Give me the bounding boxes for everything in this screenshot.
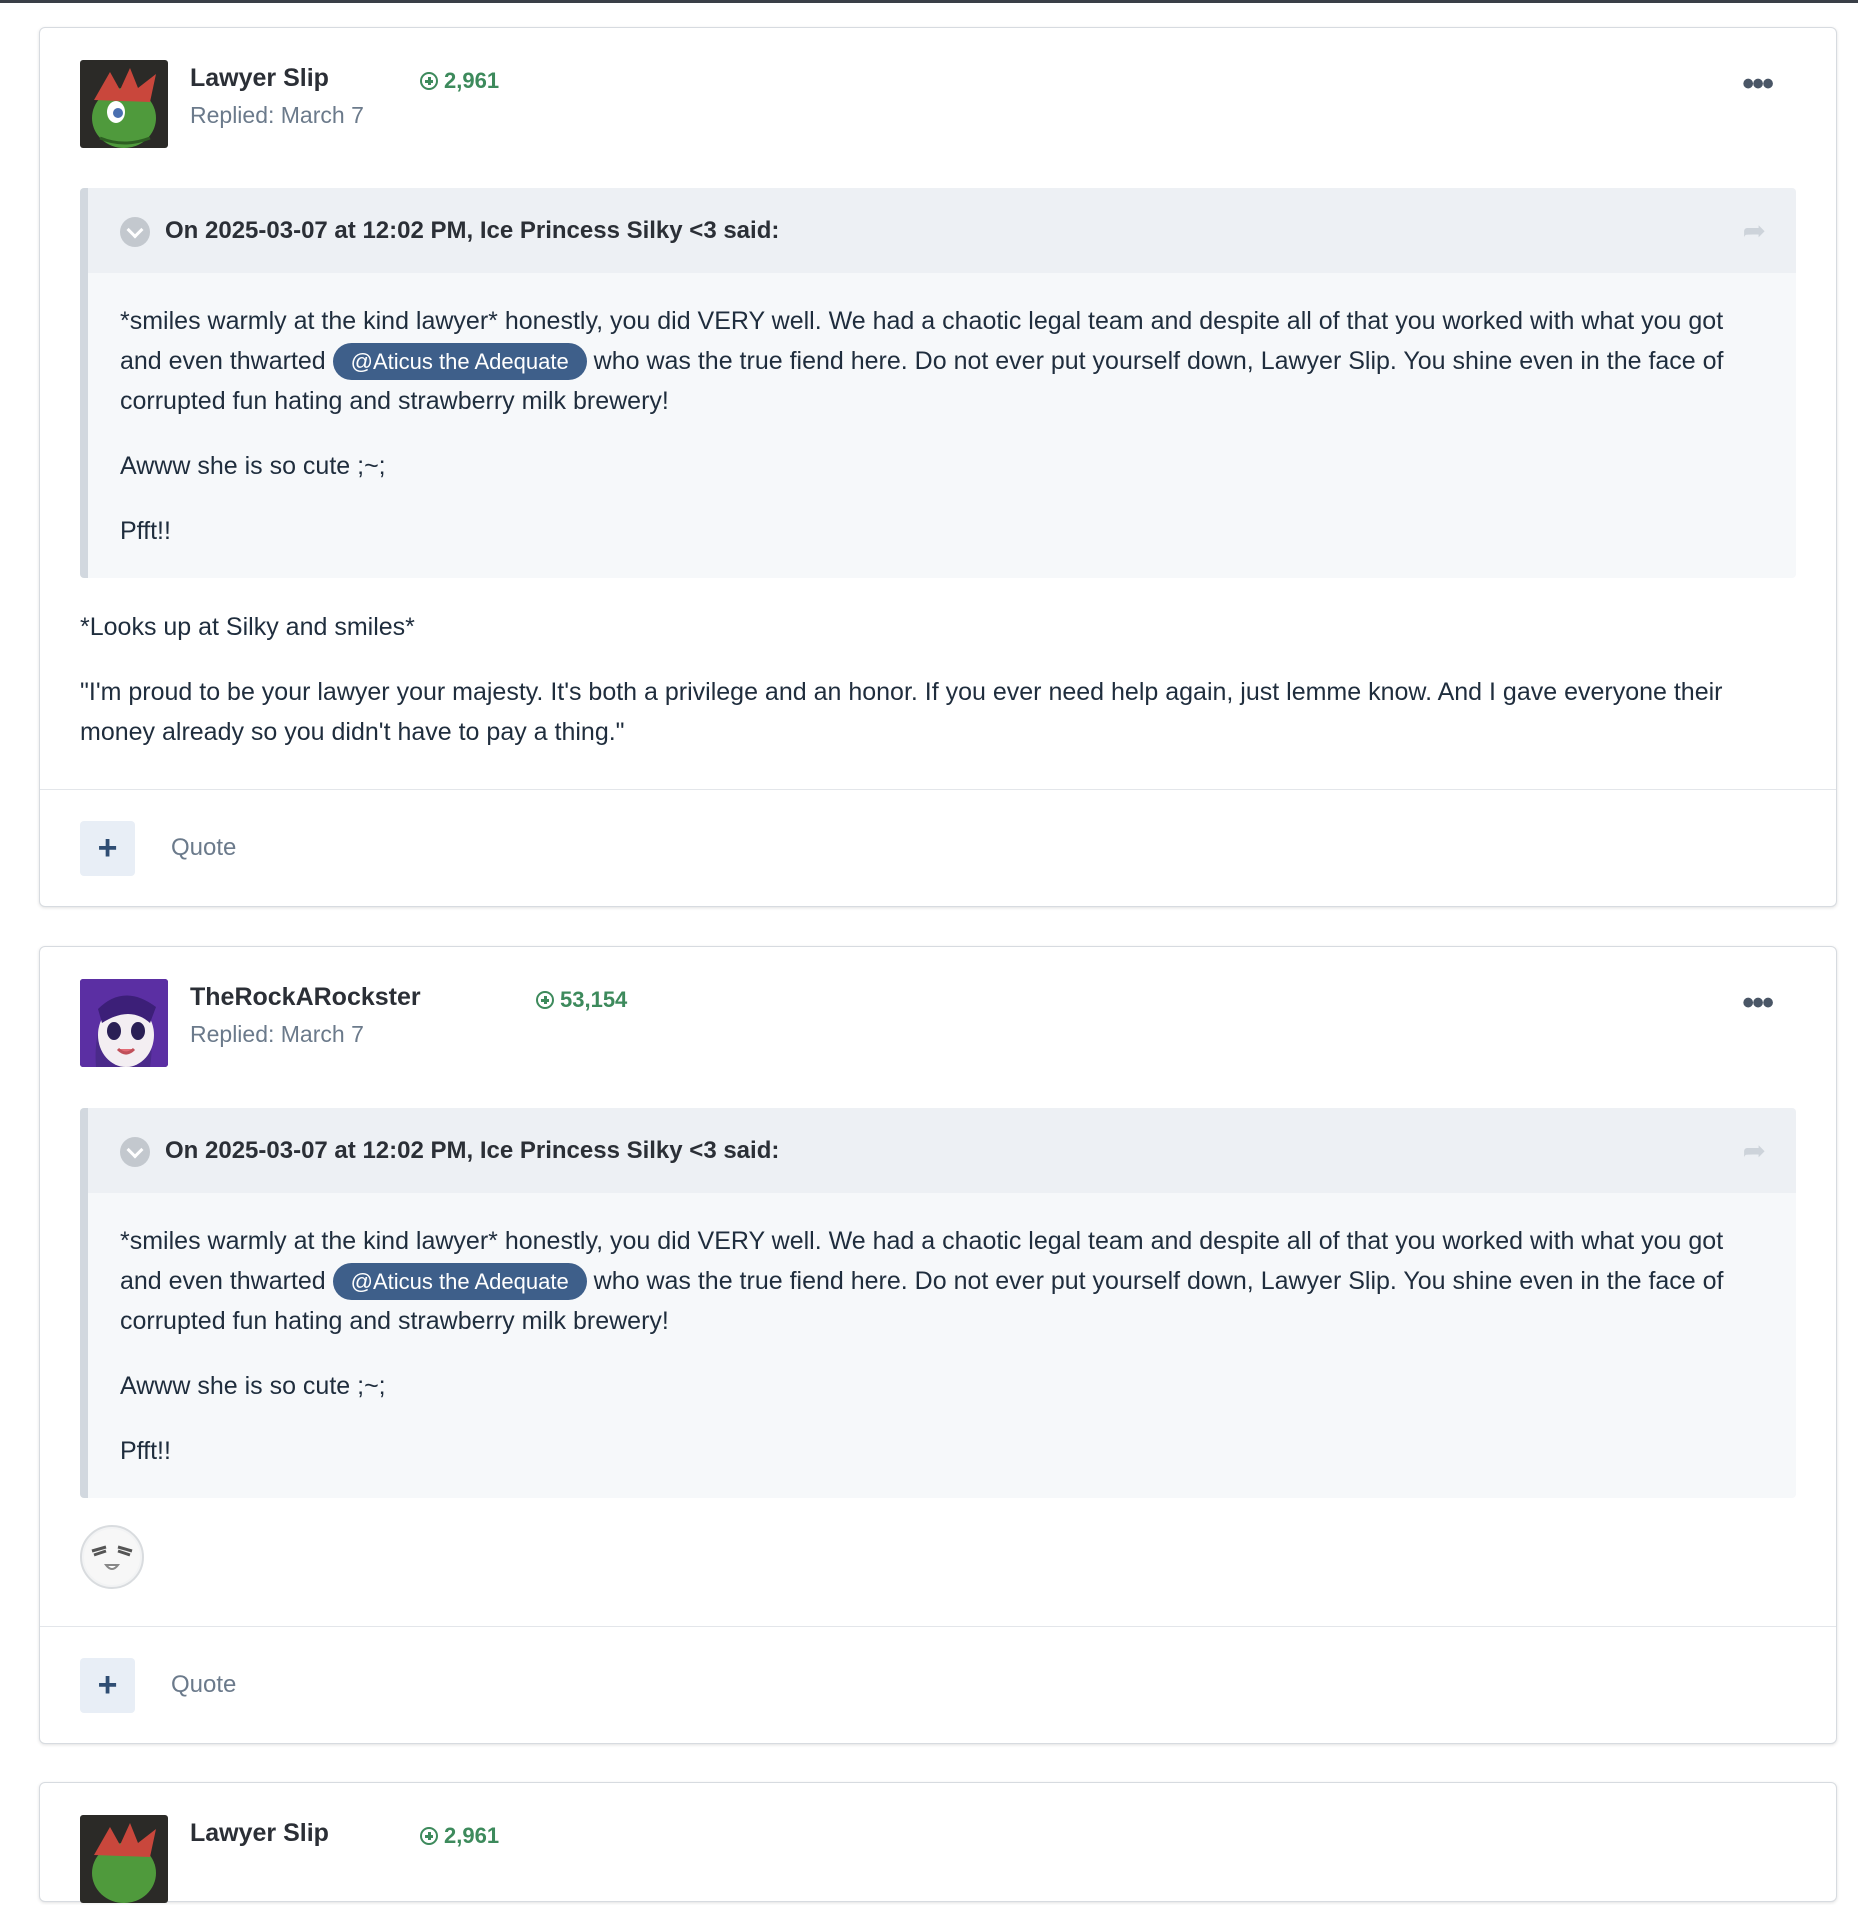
quote-button[interactable]: Quote [171,1671,236,1699]
share-arrow-icon[interactable]: ➦ [1743,214,1766,247]
quote-paragraph: *smiles warmly at the kind lawyer* hones… [120,1227,1724,1335]
post-header: Lawyer Slip 2,961 [80,1815,1796,1905]
quote-paragraph: Awww she is so cute ;~; [120,452,386,480]
quote-paragraph: *smiles warmly at the kind lawyer* hones… [120,307,1724,415]
emoji-image [80,1525,144,1589]
replied-date: Replied: March 7 [190,1021,364,1047]
reputation-count: 2,961 [444,68,500,93]
plus-circle-icon [536,991,554,1009]
add-reaction-button[interactable]: + [80,1658,135,1713]
quote-header: On 2025-03-07 at 12:02 PM, Ice Princess … [88,1108,1796,1193]
quote-body: *smiles warmly at the kind lawyer* hones… [88,273,1796,551]
quote-button[interactable]: Quote [171,834,236,862]
author-name[interactable]: TheRockARockster [190,983,421,1012]
quote-paragraph: Awww she is so cute ;~; [120,1372,386,1400]
ellipsis-icon[interactable]: ••• [1742,67,1774,101]
add-reaction-button[interactable]: + [80,821,135,876]
quote-block: On 2025-03-07 at 12:02 PM, Ice Princess … [80,188,1796,578]
post-card: TheRockARockster 53,154 Replied: March 7… [39,946,1837,1744]
reputation-badge[interactable]: 2,961 [420,68,499,94]
post-paragraph: *Looks up at Silky and smiles* [80,613,415,641]
author-name[interactable]: Lawyer Slip [190,64,329,93]
quote-header: On 2025-03-07 at 12:02 PM, Ice Princess … [88,188,1796,273]
post-footer: + Quote [40,789,1836,906]
avatar[interactable] [80,979,168,1067]
quote-citation: On 2025-03-07 at 12:02 PM, Ice Princess … [165,217,780,244]
post-paragraph: "I'm proud to be your lawyer your majest… [80,678,1723,746]
share-arrow-icon[interactable]: ➦ [1743,1134,1766,1167]
post-header: TheRockARockster 53,154 Replied: March 7… [80,979,1796,1069]
plus-circle-icon [420,72,438,90]
reputation-badge[interactable]: 53,154 [536,987,627,1013]
post-card: Lawyer Slip 2,961 Replied: March 7 ••• O… [39,27,1837,907]
plus-icon: + [97,829,118,867]
user-mention[interactable]: @Aticus the Adequate [332,1263,587,1300]
reputation-count: 53,154 [560,987,628,1012]
replied-date: Replied: March 7 [190,102,364,128]
ellipsis-icon[interactable]: ••• [1742,986,1774,1020]
user-mention[interactable]: @Aticus the Adequate [332,343,587,380]
post-footer: + Quote [40,1626,1836,1743]
post-header: Lawyer Slip 2,961 Replied: March 7 ••• [80,60,1796,150]
chevron-down-icon[interactable] [120,217,150,247]
quote-paragraph: Pfft!! [120,517,171,545]
chevron-down-icon[interactable] [120,1137,150,1167]
quote-paragraph: Pfft!! [120,1437,171,1465]
quote-body: *smiles warmly at the kind lawyer* hones… [88,1193,1796,1471]
post-content: *Looks up at Silky and smiles* "I'm prou… [80,607,1796,777]
reputation-count: 2,961 [444,1823,500,1848]
plus-icon: + [97,1666,118,1704]
quote-block: On 2025-03-07 at 12:02 PM, Ice Princess … [80,1108,1796,1498]
reputation-badge[interactable]: 2,961 [420,1823,499,1849]
avatar[interactable] [80,1815,168,1903]
avatar[interactable] [80,60,168,148]
quote-citation: On 2025-03-07 at 12:02 PM, Ice Princess … [165,1137,780,1164]
author-name[interactable]: Lawyer Slip [190,1819,329,1848]
post-card: Lawyer Slip 2,961 [39,1782,1837,1905]
